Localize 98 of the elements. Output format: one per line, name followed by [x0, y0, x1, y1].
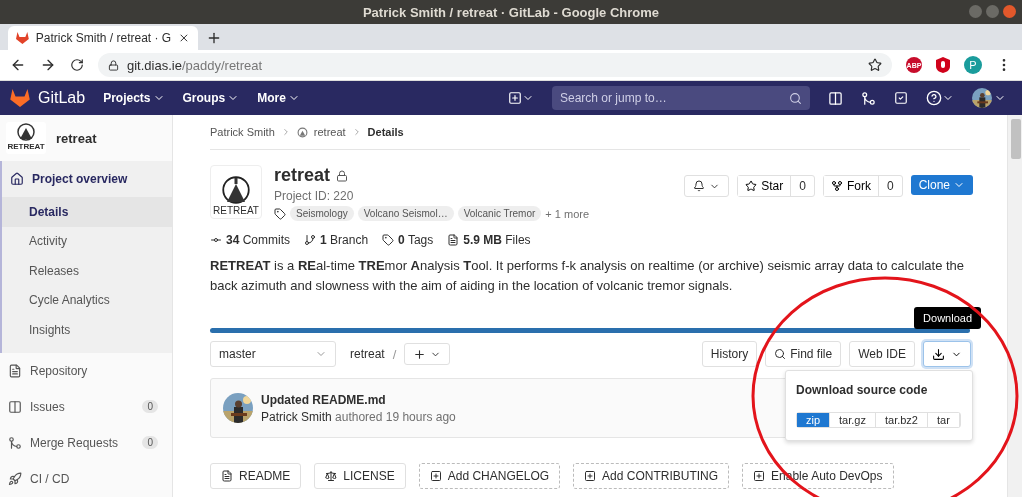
fox-icon[interactable] [10, 89, 30, 107]
clone-button[interactable]: Clone [910, 175, 973, 195]
breadcrumb-link[interactable]: Patrick Smith [210, 126, 275, 138]
nav-menu[interactable]: More [257, 91, 300, 105]
sidebar-item[interactable]: Details [2, 197, 172, 227]
toolbar-button[interactable]: Find file [765, 341, 842, 367]
close-icon[interactable] [178, 32, 190, 44]
new-menu-icon[interactable] [508, 91, 534, 105]
fork-icon [830, 180, 843, 192]
stat-link[interactable]: 34 Commits [226, 233, 291, 247]
forward-icon[interactable] [40, 57, 56, 73]
file-button[interactable]: Add CHANGELOG [418, 463, 561, 489]
search-field[interactable]: Search or jump to… [552, 86, 810, 110]
toolbar-button[interactable]: Web IDE [849, 341, 915, 367]
project-icon [296, 126, 308, 138]
author-link[interactable]: Patrick Smith [261, 409, 332, 424]
sidebar-item[interactable]: Insights [2, 315, 172, 345]
address-field[interactable]: git.dias.ie/paddy/retreat [98, 53, 892, 77]
download-button[interactable] [923, 341, 971, 367]
project-title: retreat [274, 165, 331, 186]
tooltip: Download [914, 307, 981, 329]
topic-badge[interactable]: Volcano Seismol… [357, 206, 454, 221]
format-option[interactable]: zip [797, 413, 831, 427]
sidebar-item[interactable]: Merge Requests 0 [0, 424, 172, 461]
help-icon[interactable] [926, 90, 954, 106]
notification-button[interactable] [684, 175, 730, 197]
star-icon[interactable] [868, 58, 882, 72]
bell-icon [693, 180, 706, 192]
plus-icon [413, 347, 427, 361]
sidebar-item[interactable]: Activity [2, 226, 172, 256]
path-separator: / [392, 346, 397, 362]
branch-icon [304, 234, 317, 246]
path-link[interactable]: retreat [350, 347, 385, 361]
scrollbar[interactable] [1007, 115, 1022, 497]
scale-icon [325, 470, 338, 482]
star-count[interactable]: 0 [790, 176, 814, 196]
plus-icon [753, 470, 766, 482]
sidebar-item[interactable]: Project overview [2, 161, 172, 197]
reload-icon[interactable] [70, 58, 84, 72]
project-logo: RETREAT [210, 165, 262, 219]
breadcrumb-link[interactable]: Details [367, 126, 404, 138]
lock-icon [108, 59, 119, 71]
browser-tab[interactable]: Patrick Smith / retreat · G [8, 26, 198, 50]
stat-link[interactable]: 5.9 MB Files [463, 233, 531, 247]
home-icon [10, 172, 24, 186]
sidebar-item[interactable]: Cycle Analytics [2, 285, 172, 315]
tag-icon [274, 207, 286, 220]
add-menu-button[interactable] [404, 343, 451, 365]
more-topics-link[interactable]: + 1 more [545, 207, 590, 220]
download-icon [932, 347, 945, 361]
plus-icon [429, 470, 442, 482]
branch-select[interactable]: master [210, 341, 336, 367]
file-button[interactable]: README [210, 463, 302, 489]
file-icon [447, 234, 460, 246]
back-icon[interactable] [10, 57, 26, 73]
file-button[interactable]: Add CONTRIBUTING [573, 463, 730, 489]
toolbar-button[interactable]: History [701, 341, 758, 367]
merge-request-icon [8, 435, 22, 450]
issues-icon[interactable] [828, 90, 843, 106]
commit-meta: Patrick Smith authored 19 hours ago [261, 409, 456, 424]
count-badge: 0 [142, 400, 158, 413]
brand-name[interactable]: GitLab [38, 89, 86, 107]
commit-title[interactable]: Updated README.md [261, 392, 456, 407]
project-name[interactable]: retreat [56, 130, 97, 146]
issues-icon [8, 399, 22, 414]
sidebar-item[interactable]: CI / CD [0, 460, 172, 497]
project-id: Project ID: 220 [274, 189, 355, 203]
file-button[interactable]: LICENSE [314, 463, 406, 489]
url-text: git.dias.ie/paddy/retreat [127, 57, 263, 73]
window-title: Patrick Smith / retreat · GitLab - Google Chrome [362, 4, 660, 20]
project-logo[interactable]: RETREAT [6, 122, 46, 154]
sidebar-item[interactable]: Releases [2, 256, 172, 286]
star-icon [745, 180, 758, 192]
topic-badge[interactable]: Seismology [290, 206, 354, 221]
new-tab-icon[interactable] [206, 30, 222, 46]
fork-count[interactable]: 0 [877, 176, 902, 196]
close-button[interactable] [1003, 5, 1016, 18]
breadcrumb-link[interactable]: retreat [313, 126, 346, 138]
todo-icon[interactable] [894, 91, 908, 105]
count-badge: 0 [142, 436, 158, 449]
nav-menu[interactable]: Groups [182, 91, 240, 105]
topic-badge[interactable]: Volcanic Tremor [457, 206, 542, 221]
rocket-icon [8, 471, 22, 486]
document-icon [8, 363, 22, 378]
sidebar-item[interactable]: Repository [0, 352, 172, 389]
plus-icon [584, 470, 597, 482]
sidebar-item[interactable]: Issues 0 [0, 388, 172, 425]
merge-request-icon[interactable] [861, 90, 876, 106]
search-icon [774, 348, 787, 360]
stat-link[interactable]: 1 Branch [320, 233, 369, 247]
fox-icon [16, 32, 29, 44]
document-icon [221, 470, 233, 482]
nav-menu[interactable]: Projects [103, 91, 165, 105]
dropdown-title: Download source code [796, 383, 929, 397]
search-icon [789, 91, 802, 105]
project-description: RETREAT is a REal-time TREmor Analysis Tool. It performs f-k analysis on realtime (or archive) seismic array data to calculate the back azimuth and slowness with the aim of aiding in the location of volcanic tremor signals. [210, 257, 966, 295]
stat-link[interactable]: 0 Tags [398, 233, 434, 247]
tag-icon [382, 234, 395, 246]
